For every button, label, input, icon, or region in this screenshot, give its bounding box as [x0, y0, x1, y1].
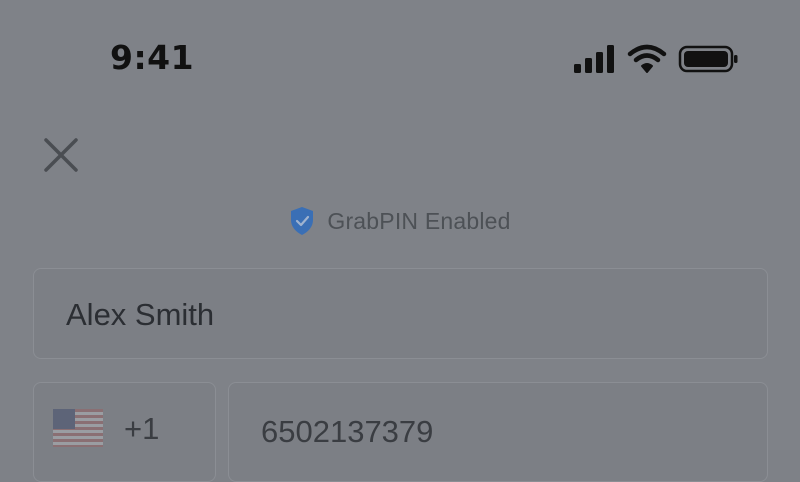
app-screen: 9:41 GrabPIN Enabled Alex Smith +1 65021… — [0, 0, 800, 482]
phone-input[interactable] — [261, 410, 741, 454]
close-button[interactable] — [40, 134, 84, 178]
phone-field[interactable] — [228, 382, 768, 482]
country-code-selector[interactable]: +1 — [33, 382, 216, 482]
battery-icon — [678, 45, 738, 73]
cellular-signal-icon — [574, 45, 614, 73]
name-input[interactable] — [66, 293, 736, 337]
country-code-label: +1 — [124, 411, 160, 446]
name-field[interactable] — [33, 268, 768, 359]
wifi-icon — [627, 44, 667, 73]
status-time: 9:41 — [110, 38, 195, 77]
close-icon — [44, 138, 78, 172]
status-bar: 9:41 — [0, 0, 800, 110]
grabpin-label: GrabPIN Enabled — [327, 207, 511, 234]
us-flag-icon — [53, 409, 103, 447]
grabpin-badge: GrabPIN Enabled — [0, 205, 800, 237]
shield-check-icon — [291, 207, 314, 235]
